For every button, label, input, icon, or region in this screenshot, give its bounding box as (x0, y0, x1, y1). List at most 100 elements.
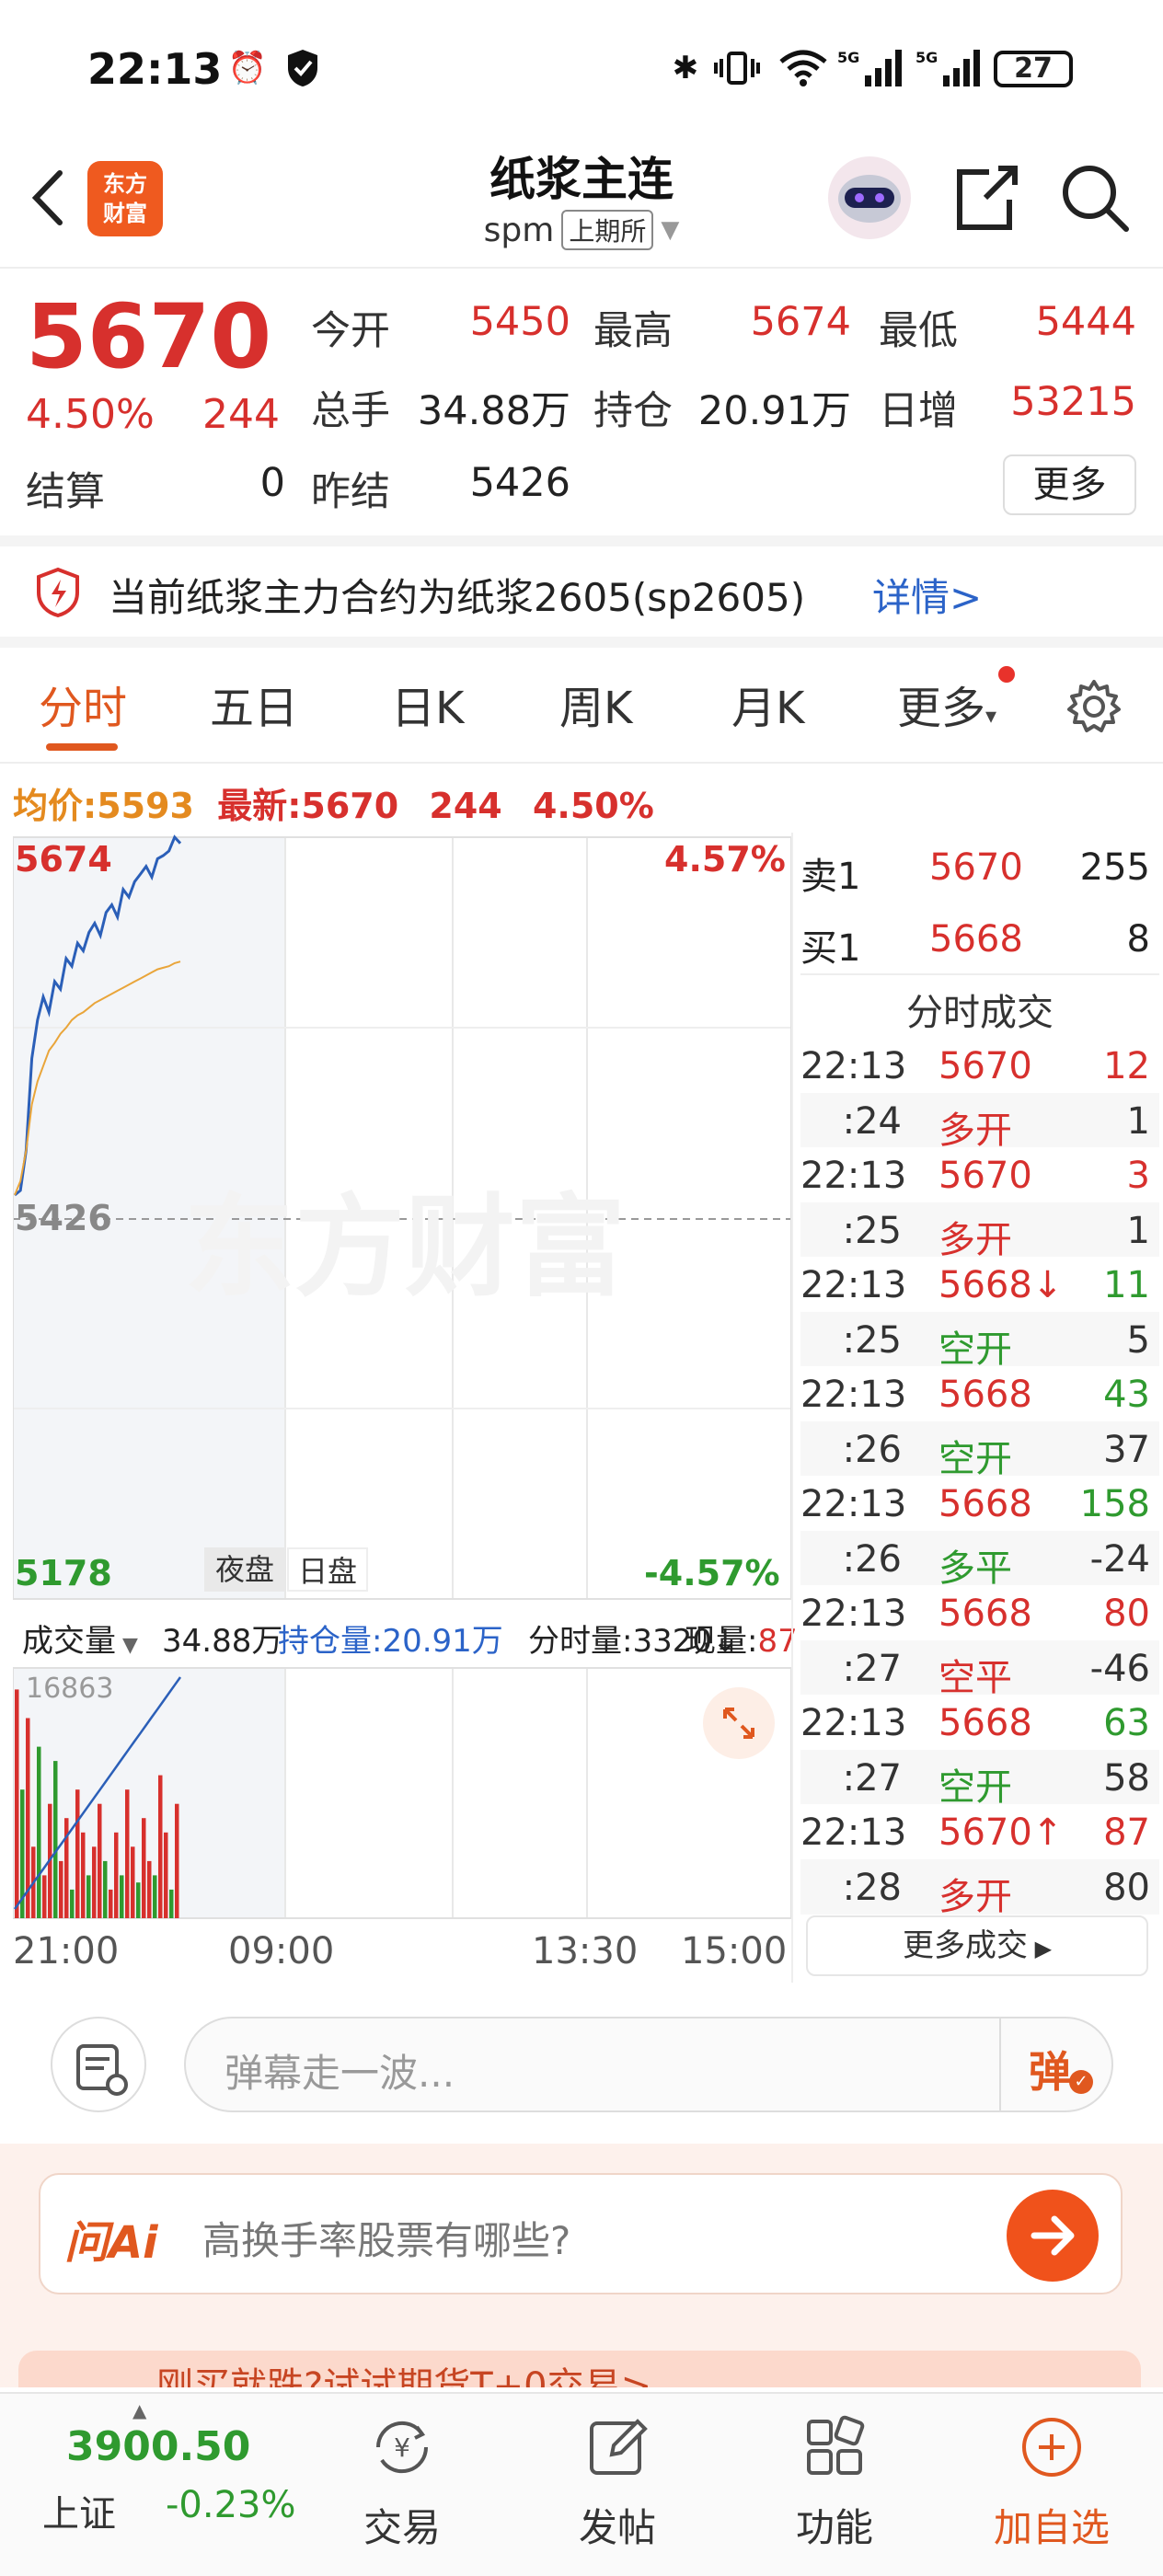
trade-time: :28 (842, 1866, 902, 1909)
trade-time: :27 (842, 1647, 902, 1690)
assistant-avatar[interactable] (828, 156, 911, 239)
trade-time: :25 (842, 1318, 902, 1362)
notice-detail-link[interactable]: 详情> (872, 567, 982, 623)
volume-bar (103, 1860, 108, 1918)
new-dot-badge (998, 666, 1015, 683)
index-name: 上证 (42, 2493, 116, 2536)
battery-level: 27 (1014, 52, 1053, 85)
bid-1-row[interactable]: 买1 5668 8 (800, 911, 1159, 975)
volume-bar (109, 1889, 113, 1918)
trade-price: 空平 (938, 1656, 1012, 1699)
tab-daily-k[interactable]: 日K (391, 672, 464, 736)
ai-submit-button[interactable] (1007, 2190, 1099, 2282)
share-button[interactable] (952, 161, 1021, 235)
trade-price: 5668 (938, 1593, 1032, 1635)
trade-time: 22:13 (800, 1264, 907, 1306)
trade-icon: ¥ (375, 2421, 429, 2474)
trade-volume: 5 (1126, 1318, 1150, 1362)
volume-value: 34.88万 (417, 388, 570, 434)
arrow-right-icon (1031, 2215, 1075, 2256)
alert-shield-icon (35, 567, 81, 618)
trade-row: :26 多平 -24 (800, 1530, 1159, 1590)
trade-time: 22:13 (800, 1155, 907, 1197)
tab-monthly-k[interactable]: 月K (731, 672, 804, 736)
trade-volume: 158 (1079, 1483, 1150, 1525)
comment-list-button[interactable] (51, 2017, 146, 2112)
tab-features[interactable]: 功能 (756, 2410, 913, 2553)
trade-price: 多开 (938, 1875, 1012, 1918)
time-axis-label: 15:00 (681, 1930, 788, 1972)
session-night-tag[interactable]: 夜盘 (204, 1547, 285, 1592)
trade-volume: 37 (1103, 1428, 1150, 1471)
trade-volume: 3 (1126, 1155, 1150, 1197)
promo-banner[interactable]: 刚买就跌?试试期货T+0交易> (18, 2351, 1141, 2387)
open-value: 5450 (469, 299, 570, 345)
danmu-toggle-button[interactable]: 弹 ✓ (999, 2018, 1113, 2110)
volume-bar (92, 1846, 97, 1918)
battery-icon: 27 (994, 51, 1073, 87)
trade-row: 22:13 5670 12 (800, 1038, 1159, 1093)
more-trades-button[interactable]: 更多成交 ▶ (806, 1915, 1148, 1976)
chart-bottom-price: 5178 (15, 1553, 112, 1593)
trade-row: 22:13 5670 3 (800, 1147, 1159, 1202)
chat-list-icon (76, 2044, 128, 2096)
high-value: 5674 (750, 299, 851, 345)
status-bar: 22:13 ⏰ ✱ 5G 5G 27 (0, 0, 1163, 138)
notice-text: 当前纸浆主力合约为纸浆2605(sp2605) (109, 575, 806, 620)
last-price: 5670 (26, 285, 272, 388)
trade-volume: 1 (1126, 1209, 1150, 1252)
tab-add-watchlist[interactable]: 加自选 (973, 2410, 1130, 2553)
ai-section: 问Ai 高换手率股票有哪些? 刚买就跌?试试期货T+0交易> (0, 2144, 1163, 2387)
promo-text: 刚买就跌?试试期货T+0交易> (156, 2365, 652, 2387)
tab-intraday[interactable]: 分时 (39, 672, 127, 736)
trade-price: 多开 (938, 1218, 1012, 1261)
high-label: 最高 (593, 308, 673, 354)
ask-1-row[interactable]: 卖1 5670 255 (800, 839, 1159, 898)
tab-trade[interactable]: ¥ 交易 (324, 2410, 480, 2553)
trade-row: 22:13 5668 80 (800, 1585, 1159, 1640)
fullscreen-button[interactable] (703, 1687, 775, 1759)
intraday-chart[interactable] (13, 833, 791, 1937)
session-day-tag[interactable]: 日盘 (287, 1547, 368, 1592)
volume-bar (153, 1875, 157, 1918)
trade-volume: 87 (1103, 1811, 1150, 1854)
trade-volume: 63 (1103, 1702, 1150, 1744)
tab-weekly-k[interactable]: 周K (559, 672, 632, 736)
ai-ask-box[interactable]: 问Ai 高换手率股票有哪些? (39, 2173, 1123, 2294)
oi-value: 20.91万 (697, 388, 851, 434)
trade-volume: -24 (1089, 1537, 1150, 1581)
volume-bar (120, 1875, 124, 1918)
chart-top-pct: 4.57% (664, 839, 786, 880)
trade-time: 22:13 (800, 1045, 907, 1087)
daily-increase-label: 日增 (879, 388, 958, 434)
trade-price: 5668 (938, 1374, 1032, 1416)
trade-price: 5670↑ (938, 1811, 1064, 1854)
volume-bar (59, 1860, 63, 1918)
trade-time: 22:13 (800, 1593, 907, 1635)
trade-time: 22:13 (800, 1374, 907, 1416)
search-icon (1063, 166, 1129, 232)
volume-bar (42, 1875, 47, 1918)
tab-indicator (46, 743, 118, 751)
search-button[interactable] (1058, 161, 1132, 235)
tab-post[interactable]: 发帖 (539, 2410, 696, 2553)
trade-volume: 43 (1103, 1374, 1150, 1416)
prev-settle-value: 5426 (469, 460, 570, 506)
volume-selector[interactable]: 成交量 ▼ (22, 1616, 138, 1661)
trade-time: 22:13 (800, 1702, 907, 1744)
chart-settings-button[interactable] (1065, 678, 1123, 735)
index-ticker[interactable]: ▲ 3900.50 上证 -0.23% (37, 2399, 296, 2565)
contract-selector[interactable]: spm 上期所 ▼ (397, 210, 766, 250)
trade-row: :27 空平 -46 (800, 1639, 1159, 1699)
back-button[interactable] (23, 166, 78, 230)
share-icon (957, 166, 1018, 230)
svg-text:5G: 5G (837, 49, 859, 66)
more-quote-button[interactable]: 更多 (1003, 454, 1136, 515)
low-value: 5444 (1035, 299, 1136, 345)
trade-row: 22:13 5668↓ 11 (800, 1257, 1159, 1312)
volume-bar (53, 1761, 58, 1918)
main-contract-notice[interactable]: 当前纸浆主力合约为纸浆2605(sp2605) 详情> (0, 535, 1163, 648)
tab-more[interactable]: 更多▾ (897, 672, 996, 736)
danmu-input[interactable]: 弹幕走一波... 弹 ✓ (184, 2017, 1113, 2112)
tab-five-day[interactable]: 五日 (210, 672, 298, 736)
